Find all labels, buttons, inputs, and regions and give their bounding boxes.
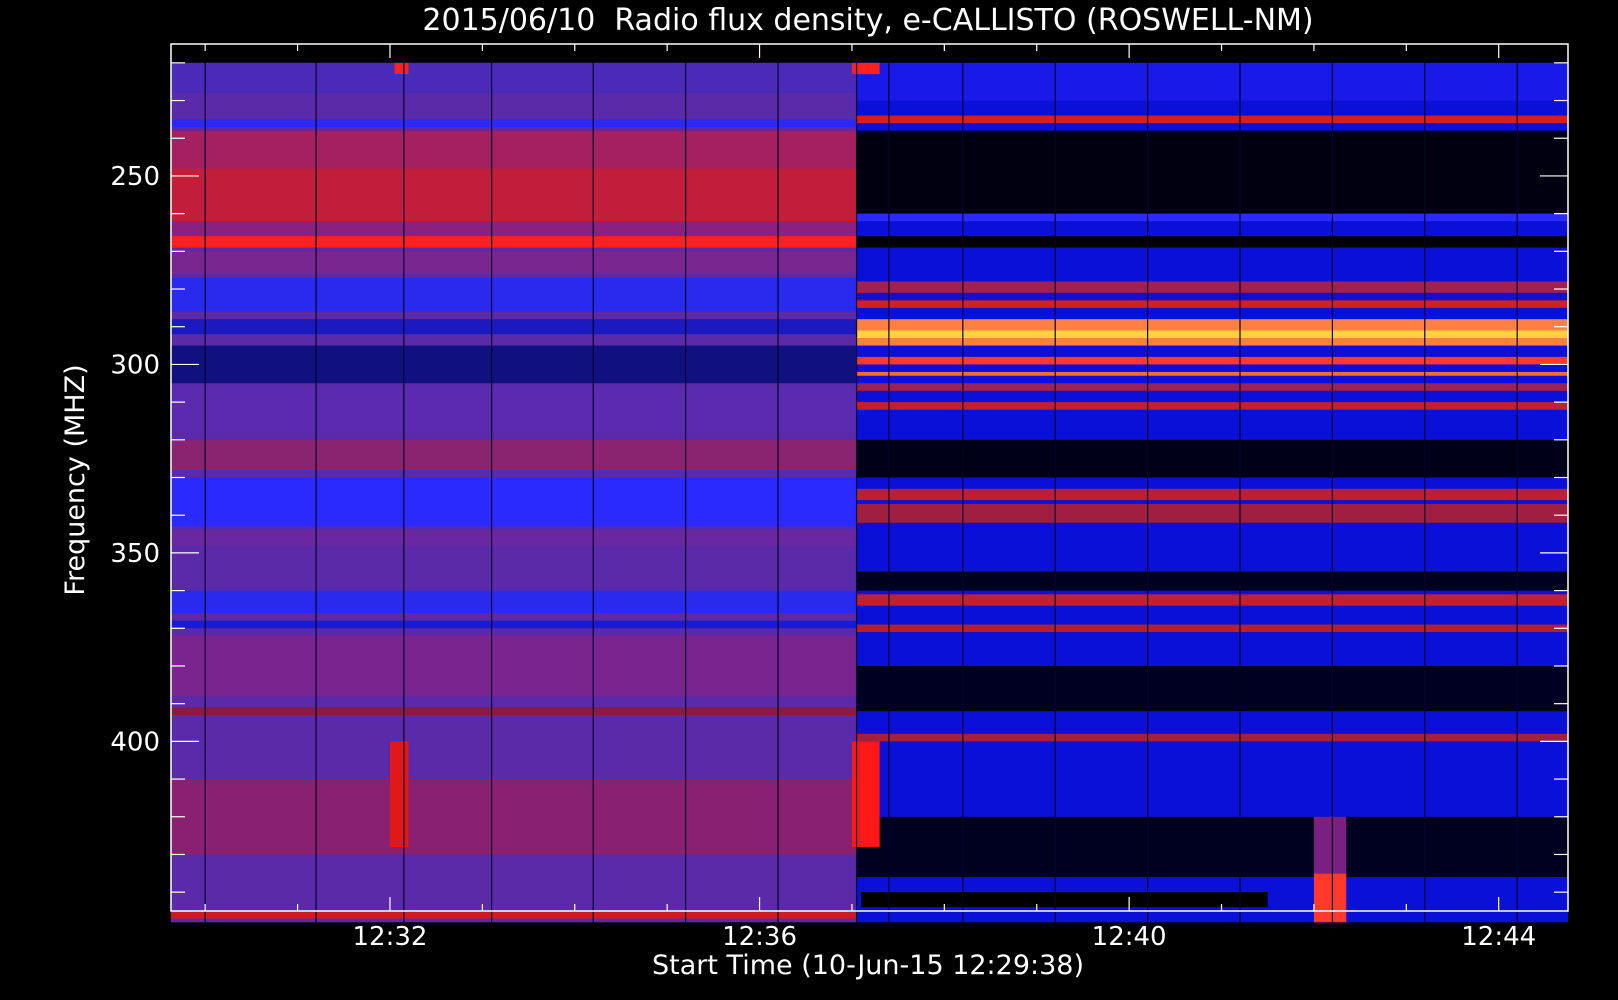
x-tick-label: 12:44 (1461, 922, 1536, 952)
frequency-band (171, 221, 857, 237)
frequency-band (171, 477, 857, 527)
frequency-band (171, 236, 857, 248)
y-tick-label: 250 (110, 162, 160, 192)
y-tick-label: 400 (110, 727, 160, 757)
x-tick-label: 12:36 (722, 922, 797, 952)
y-tick-label: 300 (110, 350, 160, 380)
burst-patch (1313, 816, 1347, 874)
frequency-band (171, 251, 857, 274)
frequency-band (171, 530, 857, 546)
heatmap-area (171, 62, 1568, 923)
burst-patch (389, 741, 409, 847)
frequency-band (171, 387, 857, 433)
chart-title: 2015/06/10 Radio flux density, e-CALLIST… (422, 3, 1313, 38)
burst-patch (861, 892, 1268, 908)
frequency-band (171, 345, 857, 384)
y-tick-label: 350 (110, 539, 160, 569)
frequency-band (171, 168, 857, 222)
burst-patch (394, 62, 409, 75)
x-tick-label: 12:40 (1092, 922, 1167, 952)
y-axis-label: Frequency (MHZ) (60, 364, 91, 595)
frequency-band (171, 319, 857, 335)
frequency-band (171, 779, 857, 855)
spectrogram-chart: 2015/06/10 Radio flux density, e-CALLIST… (0, 0, 1618, 1000)
frequency-band (171, 707, 857, 715)
frequency-band (171, 119, 857, 127)
burst-patch (1313, 873, 1347, 923)
frequency-band (171, 590, 857, 614)
frequency-band (171, 911, 857, 919)
frequency-band (171, 130, 857, 169)
frequency-band (171, 62, 857, 94)
frequency-band (171, 620, 857, 629)
x-tick-label: 12:32 (353, 922, 428, 952)
frequency-band (171, 635, 857, 697)
frequency-band (171, 277, 857, 312)
frequency-band (171, 439, 857, 470)
x-axis-label: Start Time (10-Jun-15 12:29:38) (652, 950, 1084, 981)
